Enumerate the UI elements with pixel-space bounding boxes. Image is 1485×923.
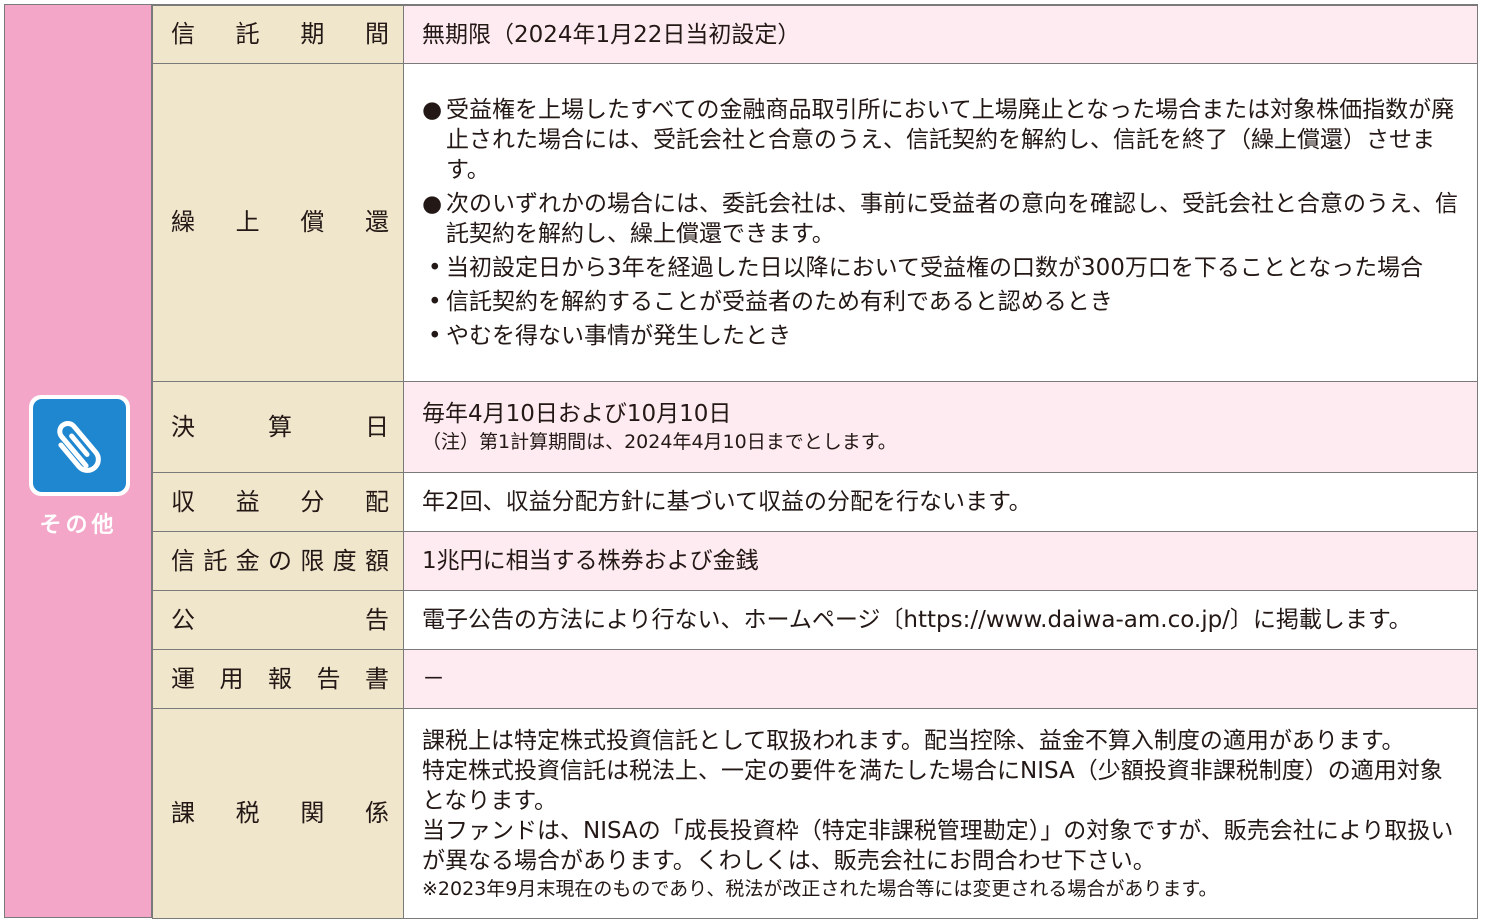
table-row: 公告 電子公告の方法により行ない、ホームページ〔https://www.daiw… [152,590,1478,650]
row-value-early-redemption: 受益権を上場したすべての金融商品取引所において上場廃止となった場合または対象株価… [403,63,1478,382]
row-label-public-notice: 公告 [152,590,404,650]
table-row: 課税関係 課税上は特定株式投資信託として取扱われます。配当控除、益金不算入制度の… [152,708,1478,919]
table-row: 決算日 毎年4月10日および10月10日 （注）第1計算期間は、2024年4月1… [152,381,1478,473]
taxation-paragraph: 特定株式投資信託は税法上、一定の要件を満たした場合にNISA（少額投資非課税制度… [422,757,1443,814]
row-value-distribution: 年2回、収益分配方針に基づいて収益の分配を行ないます。 [403,472,1478,532]
category-label: その他 [39,513,118,538]
table-row: 運用報告書 － [152,649,1478,709]
taxation-note: ※2023年9月末現在のものであり、税法が改正された場合等には変更される場合があ… [422,877,1218,900]
category-sidebar: その他 [5,5,152,917]
row-value-management-report: － [403,649,1478,709]
list-item: 受益権を上場したすべての金融商品取引所において上場廃止となった場合または対象株価… [422,95,1463,185]
row-label-distribution: 収益分配 [152,472,404,532]
list-item: 次のいずれかの場合には、委託会社は、事前に受益者の意向を確認し、受託会社と合意の… [422,189,1463,249]
list-item: やむを得ない事情が発生したとき [422,321,1463,351]
list-item: 信託契約を解約することが受益者のため有利であると認めるとき [422,287,1463,317]
row-label-trust-period: 信託期間 [152,5,404,64]
paperclip-icon [29,395,130,496]
row-value-settlement-date: 毎年4月10日および10月10日 （注）第1計算期間は、2024年4月10日まで… [403,381,1478,473]
row-label-taxation: 課税関係 [152,708,404,919]
table-row: 収益分配 年2回、収益分配方針に基づいて収益の分配を行ないます。 [152,472,1478,532]
list-item: 当初設定日から3年を経過した日以降において受益権の口数が300万口を下ることとな… [422,253,1463,283]
settlement-date-text: 毎年4月10日および10月10日 [422,401,732,427]
row-value-trust-period: 無期限（2024年1月22日当初設定） [403,5,1478,64]
row-value-taxation: 課税上は特定株式投資信託として取扱われます。配当控除、益金不算入制度の適用があり… [403,708,1478,919]
table-row: 繰上償還 受益権を上場したすべての金融商品取引所において上場廃止となった場合また… [152,63,1478,382]
fund-info-table: 信託期間 無期限（2024年1月22日当初設定） 繰上償還 受益権を上場したすべ… [152,5,1478,919]
row-value-trust-limit: 1兆円に相当する株券および金銭 [403,531,1478,591]
settlement-date-note: （注）第1計算期間は、2024年4月10日までとします。 [422,431,897,453]
row-label-settlement-date: 決算日 [152,381,404,473]
taxation-paragraph: 当ファンドは、NISAの「成長投資枠（特定非課税管理勘定）」の対象ですが、販売会… [422,817,1454,874]
row-label-management-report: 運用報告書 [152,649,404,709]
row-label-trust-limit: 信託金の限度額 [152,531,404,591]
row-value-public-notice: 電子公告の方法により行ない、ホームページ〔https://www.daiwa-a… [403,590,1478,650]
table-row: 信託期間 無期限（2024年1月22日当初設定） [152,5,1478,64]
taxation-paragraph: 課税上は特定株式投資信託として取扱われます。配当控除、益金不算入制度の適用があり… [422,727,1405,754]
table-row: 信託金の限度額 1兆円に相当する株券および金銭 [152,531,1478,591]
row-label-early-redemption: 繰上償還 [152,63,404,382]
